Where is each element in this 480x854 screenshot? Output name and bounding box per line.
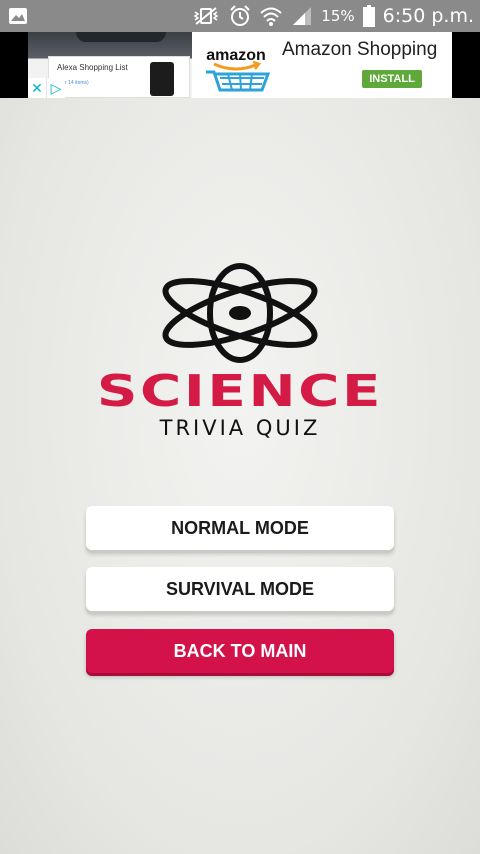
ad-thumb-text: Alexa Shopping List bbox=[57, 63, 128, 72]
wifi-icon bbox=[260, 7, 282, 26]
normal-mode-button[interactable]: NORMAL MODE bbox=[86, 506, 394, 550]
echo-device-image bbox=[150, 62, 174, 96]
ad-choices[interactable]: ✕ ▷ bbox=[28, 78, 65, 98]
clock: 6:50 p.m. bbox=[382, 5, 474, 27]
adchoices-icon[interactable]: ▷ bbox=[46, 78, 65, 98]
logo-subtitle: TRIVIA QUIZ bbox=[159, 416, 321, 440]
ad-content[interactable]: Alexa Shopping List your 14 items) amazo… bbox=[28, 32, 452, 98]
close-icon[interactable]: ✕ bbox=[28, 78, 46, 98]
atom-icon bbox=[162, 263, 318, 363]
battery-percent: 15% bbox=[321, 7, 355, 25]
ad-banner[interactable]: Alexa Shopping List your 14 items) amazo… bbox=[0, 32, 480, 98]
ad-title: Amazon Shopping bbox=[282, 39, 438, 60]
alarm-icon bbox=[230, 5, 251, 26]
amazon-logo-icon: amazon bbox=[198, 36, 274, 96]
main-screen: SCIENCE TRIVIA QUIZ NORMAL MODE SURVIVAL… bbox=[0, 98, 480, 854]
mute-vibrate-icon bbox=[193, 7, 219, 25]
signal-icon bbox=[293, 7, 312, 25]
install-button[interactable]: INSTALL bbox=[362, 70, 422, 88]
logo-title: SCIENCE bbox=[96, 366, 384, 417]
battery-icon bbox=[362, 5, 375, 27]
survival-mode-button[interactable]: SURVIVAL MODE bbox=[86, 567, 394, 611]
status-bar: 15% 6:50 p.m. bbox=[0, 0, 480, 32]
back-to-main-button[interactable]: BACK TO MAIN bbox=[86, 629, 394, 673]
amazon-logo-text: amazon bbox=[206, 47, 266, 64]
gallery-icon bbox=[9, 8, 27, 24]
